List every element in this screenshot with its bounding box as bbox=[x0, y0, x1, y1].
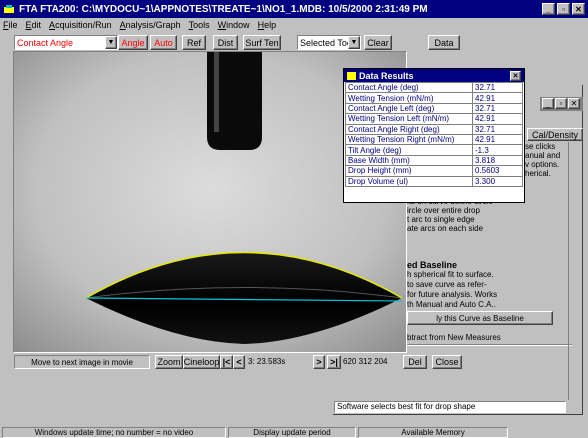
restore-icon[interactable]: ▫ bbox=[557, 3, 570, 15]
menu-tools[interactable]: Tools bbox=[189, 20, 210, 30]
data-results-value: 32.71 bbox=[472, 102, 523, 115]
next-frame-button[interactable]: > bbox=[313, 355, 325, 369]
help-line: t arc to single edge bbox=[407, 215, 475, 224]
data-results-row: Drop Volume (ul) 3.300 bbox=[345, 175, 523, 187]
help-footer: Software selects best fit for drop shape bbox=[334, 401, 566, 413]
angle-button[interactable]: Angle bbox=[118, 35, 148, 50]
status-memory: Available Memory bbox=[358, 427, 508, 438]
data-results-value: 42.91 bbox=[472, 133, 523, 146]
data-results-value: 42.91 bbox=[472, 113, 523, 125]
first-frame-button[interactable]: |< bbox=[220, 355, 233, 369]
tool-select-value: Selected Tool bbox=[300, 37, 354, 48]
data-results-title: Data Results bbox=[359, 70, 414, 81]
data-results-label: Contact Angle Left (deg) bbox=[345, 102, 473, 115]
data-results-table: Contact Angle (deg) 32.71 Wetting Tension … bbox=[345, 81, 523, 187]
data-results-label: Wetting Tension (mN/m) bbox=[345, 92, 473, 104]
data-results-value: 42.91 bbox=[472, 92, 523, 104]
title-bar[interactable]: FTA FTA200: C:\MYDOCU~1\APPNOTES\TREATE~… bbox=[0, 0, 588, 18]
data-results-value: -1.3 bbox=[472, 144, 523, 156]
data-results-row: Wetting Tension Left (mN/m) 42.91 bbox=[345, 113, 523, 125]
help-line: for future analysis. Works bbox=[407, 290, 498, 299]
data-results-label: Tilt Angle (deg) bbox=[345, 144, 473, 156]
cursor-coords: 620 312 204 bbox=[343, 357, 388, 366]
ref-button[interactable]: Ref bbox=[182, 35, 206, 50]
help-line: th Manual and Auto C.A.. bbox=[407, 300, 496, 309]
help-line: to save curve as refer- bbox=[407, 280, 487, 289]
measure-select[interactable]: Contact Angle ▼ bbox=[14, 35, 118, 50]
window-title: FTA FTA200: C:\MYDOCU~1\APPNOTES\TREATE~… bbox=[19, 3, 428, 15]
data-results-label: Drop Volume (ul) bbox=[345, 175, 473, 187]
data-results-value: 0.5603 bbox=[472, 165, 523, 177]
surf-ten-button[interactable]: Surf Ten bbox=[243, 35, 281, 50]
help-line: ate arcs on each side bbox=[407, 224, 484, 233]
minimize-icon[interactable]: _ bbox=[542, 98, 554, 109]
data-results-label: Contact Angle (deg) bbox=[345, 81, 473, 94]
apply-baseline-button[interactable]: ly this Curve as Baseline bbox=[407, 311, 553, 325]
close-icon[interactable]: ✕ bbox=[510, 71, 521, 81]
cineloop-button[interactable]: Cineloop bbox=[183, 355, 220, 369]
help-line: h spherical fit to surface. bbox=[407, 270, 494, 279]
help-line: ircle over entire drop bbox=[407, 206, 480, 215]
menu-analysis[interactable]: Analysis/Graph bbox=[120, 20, 181, 30]
data-results-value: 32.71 bbox=[472, 81, 523, 94]
prev-frame-button[interactable]: < bbox=[233, 355, 245, 369]
restore-icon[interactable]: ▫ bbox=[555, 98, 567, 109]
menu-help[interactable]: Help bbox=[258, 20, 277, 30]
minimize-icon[interactable]: _ bbox=[542, 3, 555, 15]
data-results-value: 3.300 bbox=[472, 175, 523, 187]
data-results-value: 32.71 bbox=[472, 123, 523, 135]
data-results-row: Drop Height (mm) 0.5603 bbox=[345, 165, 523, 177]
data-results-row: Contact Angle (deg) 32.71 bbox=[345, 81, 523, 94]
tab-cal-density[interactable]: Cal/Density bbox=[527, 128, 583, 141]
close-icon[interactable]: ✕ bbox=[572, 3, 585, 15]
help-vscroll[interactable] bbox=[568, 142, 580, 400]
help-separator bbox=[407, 344, 572, 346]
hint-text: Move to next image in movie bbox=[14, 355, 150, 369]
status-display-update: Display update period bbox=[228, 427, 356, 438]
clear-button[interactable]: Clear bbox=[364, 35, 392, 50]
auto-button[interactable]: Auto bbox=[150, 35, 177, 50]
del-button[interactable]: Del bbox=[403, 355, 427, 369]
data-results-label: Drop Height (mm) bbox=[345, 165, 473, 177]
data-results-label: Base Width (mm) bbox=[345, 154, 473, 167]
menu-window[interactable]: Window bbox=[218, 20, 250, 30]
tool-select[interactable]: Selected Tool ▼ bbox=[297, 35, 361, 50]
help-lines-3: ed Baseline h spherical fit to surface. … bbox=[407, 260, 569, 310]
help-heading: ed Baseline bbox=[407, 260, 458, 270]
zoom-button[interactable]: Zoom bbox=[155, 355, 183, 369]
data-button[interactable]: Data bbox=[428, 35, 460, 50]
chevron-down-icon[interactable]: ▼ bbox=[105, 36, 117, 49]
menu-edit[interactable]: Edit bbox=[26, 20, 42, 30]
data-results-label: Wetting Tension Right (mN/m) bbox=[345, 133, 473, 146]
menu-file[interactable]: File bbox=[3, 20, 18, 30]
status-windows-update: Windows update time; no number = no vide… bbox=[2, 427, 226, 438]
subtract-option[interactable]: btract from New Measures bbox=[407, 333, 567, 342]
data-results-row: Contact Angle Left (deg) 32.71 bbox=[345, 102, 523, 115]
data-results-row: Contact Angle Right (deg) 32.71 bbox=[345, 123, 523, 135]
frame-time: 3: 23.583s bbox=[248, 357, 286, 366]
last-frame-button[interactable]: >| bbox=[327, 355, 341, 369]
chevron-down-icon[interactable]: ▼ bbox=[348, 36, 360, 49]
menu-acquisition[interactable]: Acquisition/Run bbox=[49, 20, 112, 30]
menu-bar: File Edit Acquisition/Run Analysis/Graph… bbox=[0, 18, 588, 32]
data-results-row: Base Width (mm) 3.818 bbox=[345, 154, 523, 167]
data-results-label: Wetting Tension Left (mN/m) bbox=[345, 113, 473, 125]
data-results-titlebar[interactable]: Data Results ✕ bbox=[344, 69, 524, 82]
app-icon bbox=[4, 5, 14, 13]
dist-button[interactable]: Dist bbox=[213, 35, 238, 50]
app-icon bbox=[347, 71, 356, 80]
data-results-row: Tilt Angle (deg) -1.3 bbox=[345, 144, 523, 156]
data-results-row: Wetting Tension (mN/m) 42.91 bbox=[345, 92, 523, 104]
data-results-label: Contact Angle Right (deg) bbox=[345, 123, 473, 135]
measure-select-value: Contact Angle bbox=[17, 37, 74, 48]
close-icon[interactable]: ✕ bbox=[568, 98, 580, 109]
close-button[interactable]: Close bbox=[432, 355, 462, 369]
data-results-value: 3.818 bbox=[472, 154, 523, 167]
data-results-window[interactable]: Data Results ✕ Contact Angle (deg) 32.71 W… bbox=[343, 68, 525, 203]
data-results-row: Wetting Tension Right (mN/m) 42.91 bbox=[345, 133, 523, 146]
